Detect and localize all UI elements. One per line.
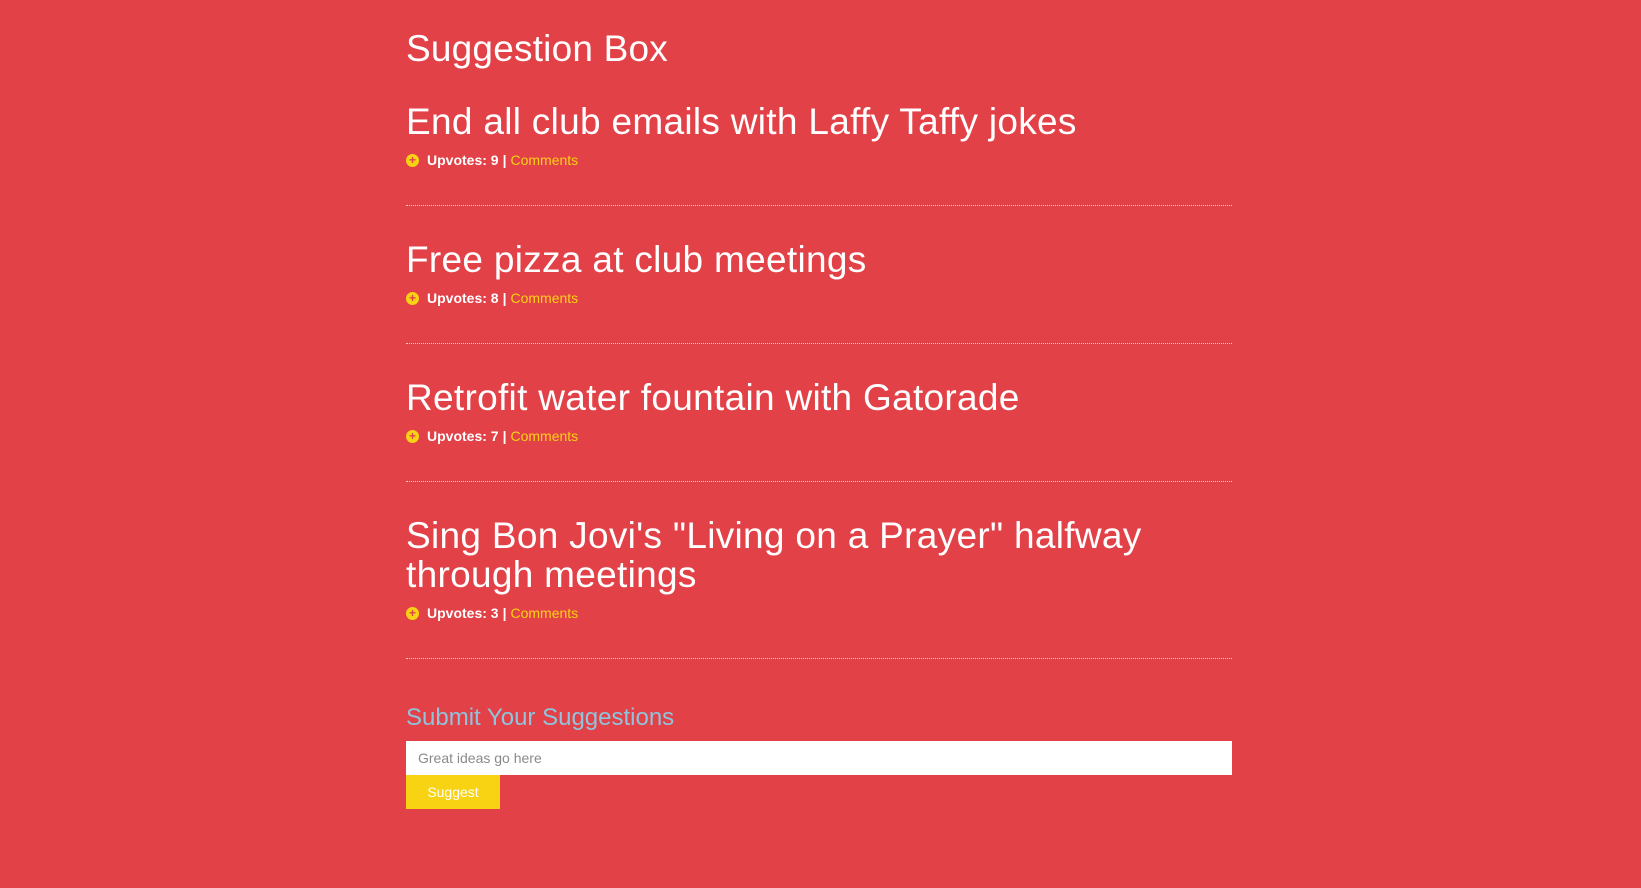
comments-link[interactable]: Comments [511,427,579,445]
suggestion-item: Sing Bon Jovi's "Living on a Prayer" hal… [406,482,1232,659]
suggestion-title: Retrofit water fountain with Gatorade [406,377,1020,418]
upvote-count: Upvotes: 9 [427,152,499,168]
main-container: Suggestion Box End all club emails with … [406,0,1232,809]
separator: | [502,428,507,444]
suggestion-title: Free pizza at club meetings [406,239,867,280]
plus-circle-icon[interactable]: + [406,606,419,620]
suggestion-meta: + Upvotes: 3 | Comments [406,604,1232,622]
suggestion-item: Free pizza at club meetings + Upvotes: 8… [406,206,1232,344]
comments-link[interactable]: Comments [511,289,579,307]
suggestion-meta: + Upvotes: 9 | Comments [406,151,1232,169]
comments-link[interactable]: Comments [511,604,579,622]
suggestion-meta: + Upvotes: 7 | Comments [406,427,1232,445]
upvote-count: Upvotes: 8 [427,290,499,306]
suggestion-item: Retrofit water fountain with Gatorade + … [406,344,1232,482]
page-title: Suggestion Box [406,28,668,69]
plus-circle-icon[interactable]: + [406,429,419,443]
suggestion-title: End all club emails with Laffy Taffy jok… [406,101,1077,142]
submit-form: Submit Your Suggestions Suggest [406,659,1232,809]
separator: | [502,152,507,168]
plus-circle-icon[interactable]: + [406,153,419,167]
suggestion-title: Sing Bon Jovi's "Living on a Prayer" hal… [406,515,1142,595]
separator: | [502,605,507,621]
separator: | [502,290,507,306]
comments-link[interactable]: Comments [511,151,579,169]
suggest-button[interactable]: Suggest [406,775,500,809]
plus-circle-icon[interactable]: + [406,291,419,305]
suggestion-input[interactable] [406,741,1232,775]
submit-heading: Submit Your Suggestions [406,704,675,731]
upvote-count: Upvotes: 3 [427,605,499,621]
upvote-count: Upvotes: 7 [427,428,499,444]
suggestion-item: End all club emails with Laffy Taffy jok… [406,71,1232,206]
suggestion-meta: + Upvotes: 8 | Comments [406,289,1232,307]
